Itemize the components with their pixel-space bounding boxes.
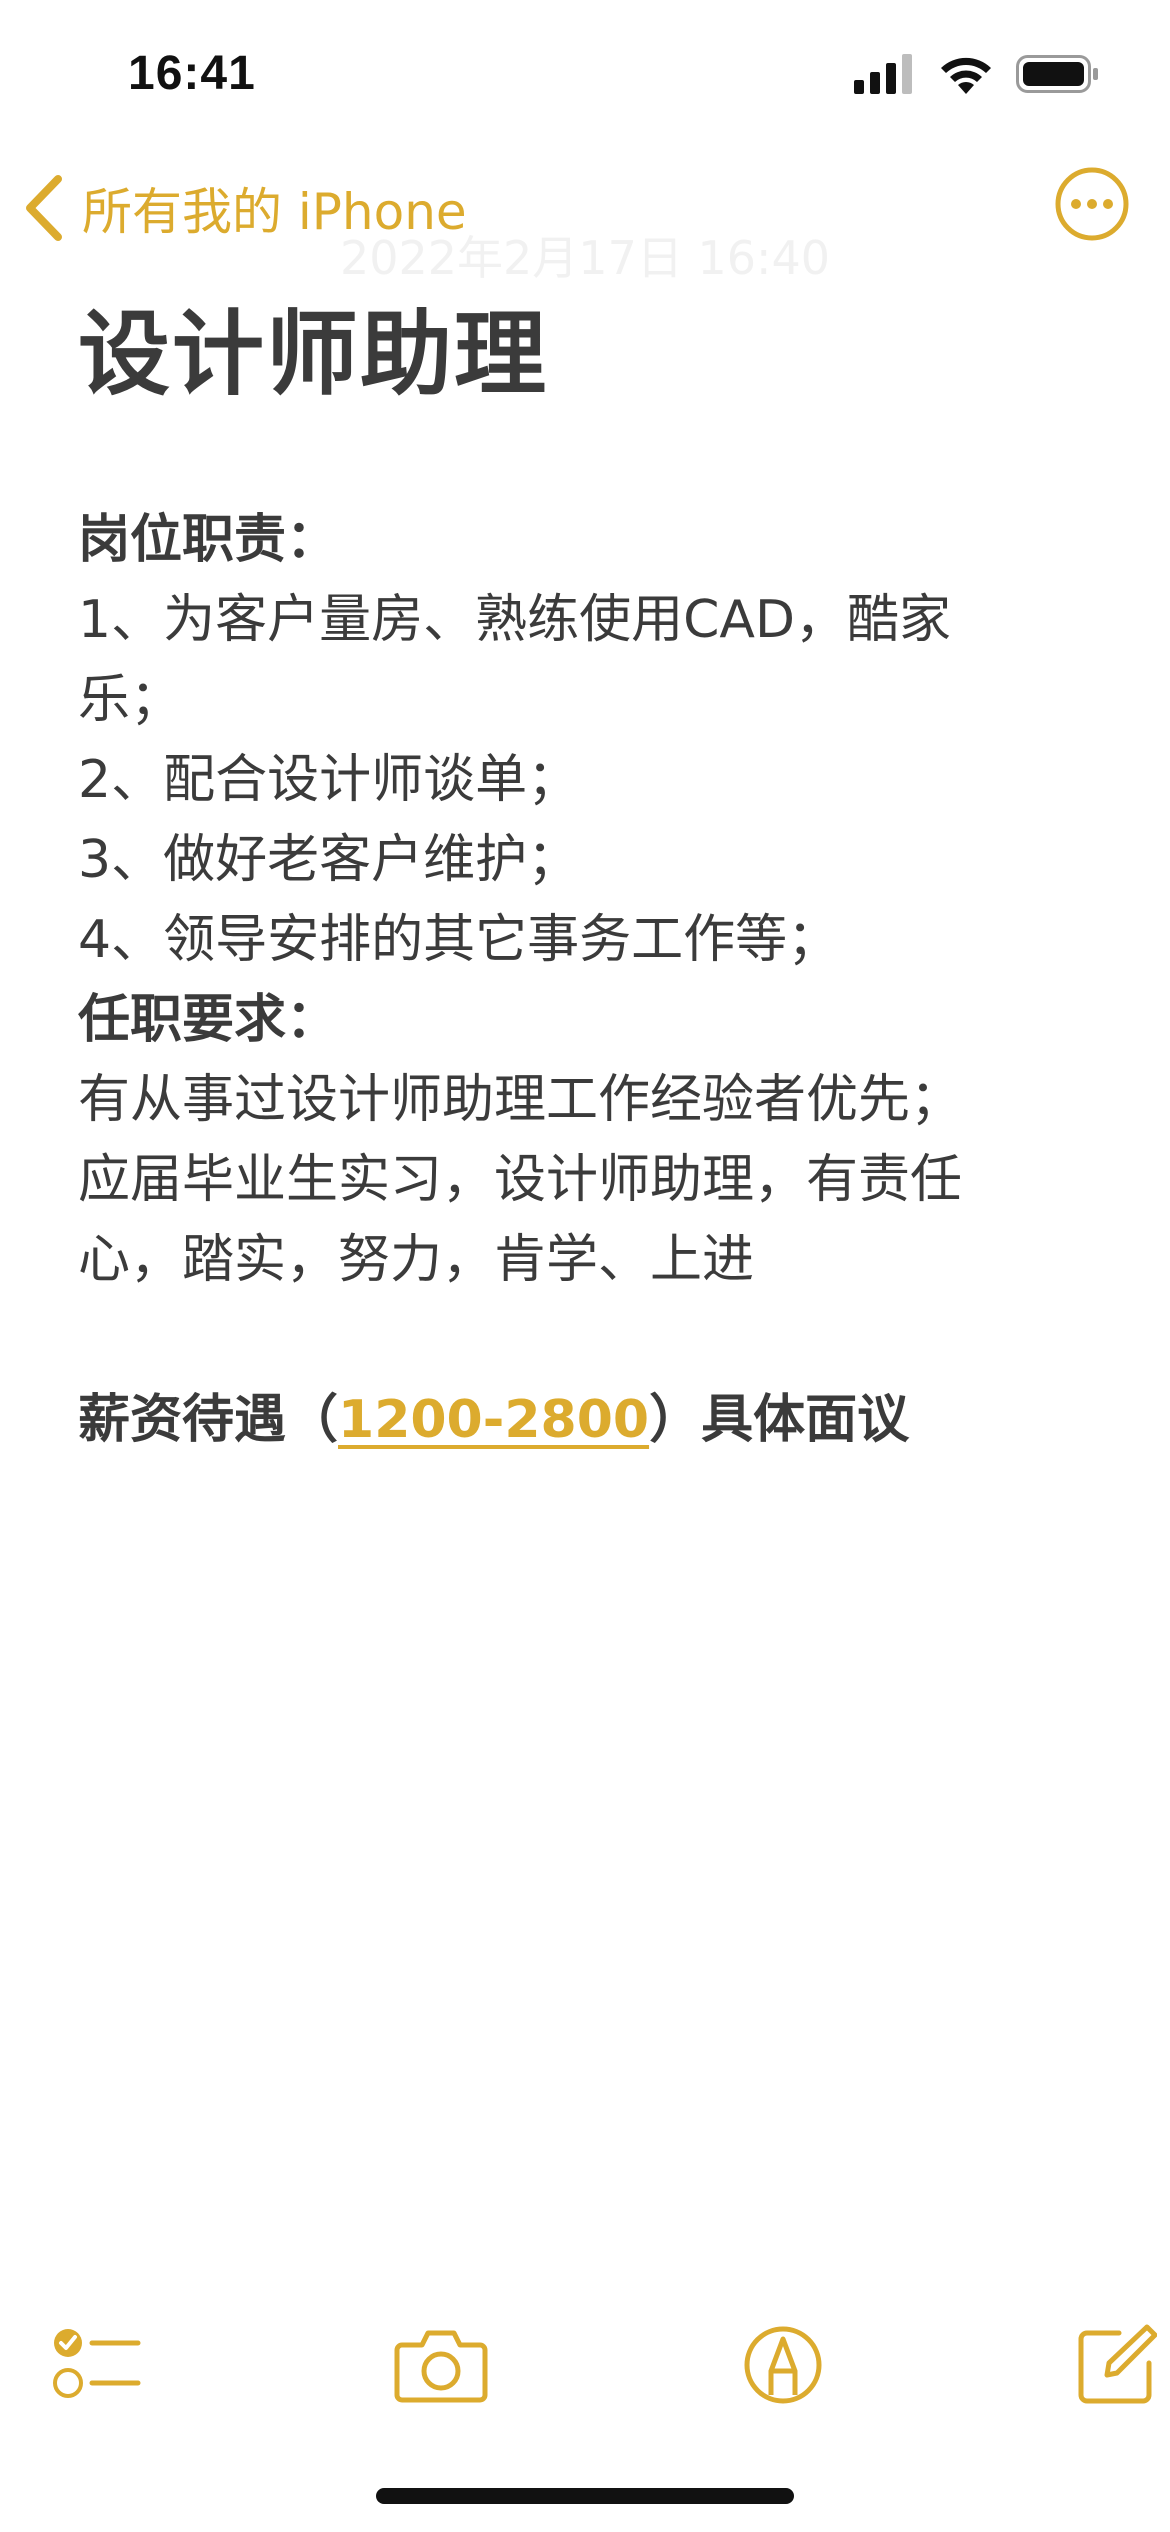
status-icons [854, 54, 1100, 94]
battery-icon [1016, 55, 1098, 93]
note-line: 有从事过设计师助理工作经验者优先； [78, 1070, 963, 1130]
note-line: 1、为客户量房、熟练使用CAD，酷家 [78, 590, 952, 650]
salary-line: 薪资待遇（1200-2800）具体面议 [78, 1380, 1108, 1460]
note-line: 4、领导安排的其它事务工作等； [78, 910, 840, 970]
note-content[interactable]: 设计师助理 岗位职责： 1、为客户量房、熟练使用CAD，酷家 乐； 2、配合设计… [78, 290, 1108, 1460]
bottom-toolbar [0, 2310, 1170, 2420]
checklist-button[interactable] [42, 2310, 152, 2420]
note-line: 乐； [78, 670, 183, 730]
cellular-signal-icon [854, 54, 912, 94]
home-indicator[interactable] [376, 2488, 794, 2504]
note-title: 设计师助理 [78, 301, 549, 408]
salary-suffix: ）具体面议 [649, 1390, 910, 1450]
salary-range-link[interactable]: 1200-2800 [338, 1390, 649, 1450]
camera-icon [394, 2330, 488, 2403]
note-line: 2、配合设计师谈单； [78, 750, 580, 810]
note-body: 岗位职责： 1、为客户量房、熟练使用CAD，酷家 乐； 2、配合设计师谈单； 3… [78, 500, 1108, 1460]
section-heading-requirements: 任职要求： [78, 990, 339, 1050]
camera-button[interactable] [386, 2310, 496, 2420]
note-line: 心，踏实，努力，肯学、上进 [78, 1230, 755, 1290]
note-line: 应届毕业生实习，设计师助理，有责任 [78, 1150, 963, 1210]
checklist-icon [53, 2329, 141, 2398]
salary-prefix: 薪资待遇（ [78, 1390, 339, 1450]
status-bar: 16:41 [0, 0, 1170, 150]
markup-pen-icon [744, 2326, 822, 2404]
section-heading-duties: 岗位职责： [78, 510, 339, 570]
status-time: 16:41 [128, 47, 256, 100]
wifi-icon [941, 57, 991, 94]
markup-button[interactable] [728, 2310, 838, 2420]
compose-button[interactable] [1060, 2310, 1170, 2420]
note-timestamp: 2022年2月17日 16:40 [339, 231, 831, 285]
note-line: 3、做好老客户维护； [78, 830, 580, 890]
compose-icon [1078, 2324, 1157, 2404]
